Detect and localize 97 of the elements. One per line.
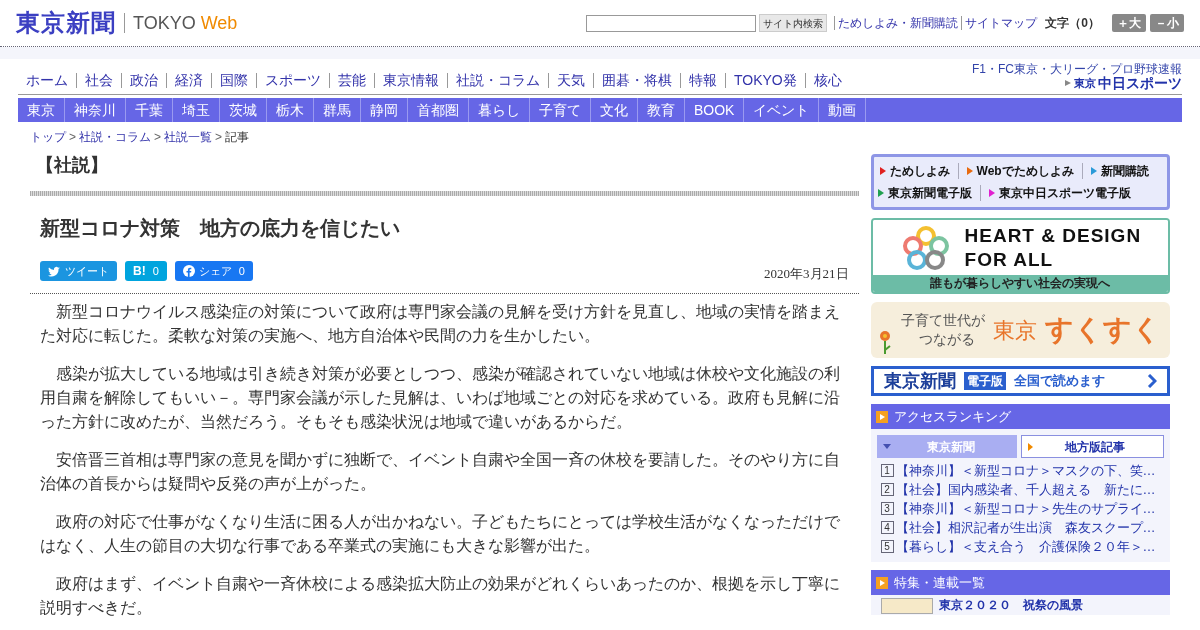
play-icon xyxy=(1064,79,1072,87)
rank-number: 5 xyxy=(880,540,894,553)
article-paragraph: 安倍晋三首相は専門家の意見を聞かずに独断で、イベント自粛や全国一斉の休校を要請した。そのやり方に自治体の首長からは疑問や反発の声が上がった。 xyxy=(40,449,841,494)
region-link[interactable]: 千葉 xyxy=(126,98,173,122)
article-paragraph: 政府はまず、イベント自粛や一斉休校による感染拡大防止の効果がどれくらいあったのか、根拠を示し丁寧に説明すべきだ。 xyxy=(40,573,841,618)
panel-header: 特集・連載一覧 xyxy=(870,570,1170,595)
ranking-tab[interactable]: 地方版記事 xyxy=(1021,435,1164,458)
panel-header: アクセスランキング xyxy=(870,404,1170,429)
heart-design-banner[interactable]: HEART & DESIGN FOR ALL 誰もが暮らしやすい社会の実現へ xyxy=(870,218,1170,294)
ranking-link[interactable]: 【社会】相沢記者が生出演 森友スクープ… xyxy=(895,517,1156,538)
region-link[interactable]: BOOK xyxy=(685,98,745,122)
search-button[interactable]: サイト内検索 xyxy=(759,14,828,32)
region-link[interactable]: 教育 xyxy=(638,98,685,122)
header-link[interactable]: サイトマップ xyxy=(965,14,1038,32)
font-size-button[interactable]: ＋大 xyxy=(1112,14,1146,32)
header-link[interactable]: ためしよみ・新聞購読 xyxy=(838,14,959,32)
article-paragraph: 感染が拡大している地域は引き続き対策が必要としつつ、感染が確認されていない地域は休校や文化施設の利用自粛を解除してもいい－。専門家会議が示した見解は、いわば地域ごとの対応を求めている。政府も見解に沿った方針に改めたが、当然だろう。そもそも感染状況は地域で違いがあるからだ。 xyxy=(40,363,841,432)
nav-link[interactable]: 特報 xyxy=(681,69,725,91)
quick-link[interactable]: 東京新聞電子版 xyxy=(877,184,972,202)
facebook-icon xyxy=(182,264,195,277)
ranking-link[interactable]: 【神奈川】＜新型コロナ＞マスクの下、笑… xyxy=(895,460,1156,481)
banner-logo: 東京新聞 xyxy=(883,369,956,393)
breadcrumb-link[interactable]: 社説一覧 xyxy=(164,128,213,146)
chevron-right-icon xyxy=(1147,374,1157,388)
quick-link[interactable]: ためしよみ xyxy=(879,162,950,180)
sports-logo[interactable]: 東京中日スポーツ xyxy=(1064,76,1182,90)
banner-title: FOR ALL xyxy=(964,247,1055,272)
nav-link[interactable]: 核心 xyxy=(805,69,850,91)
nav-link[interactable]: 経済 xyxy=(167,69,211,91)
article-paragraph: 政府の対応で仕事がなくなり生活に困る人が出かねない。子どもたちにとっては学校生活がなくなっただけではなく、人生の節目の大切な行事である卒業式の実施にも大きな影響が出た。 xyxy=(40,511,841,556)
breadcrumb-separator: > xyxy=(69,129,76,146)
bird-icon xyxy=(48,264,61,277)
arrow-box-icon xyxy=(875,576,888,589)
banner-tagline: つながる xyxy=(917,331,976,349)
banner-text: 全国で読めます xyxy=(1013,372,1105,391)
search-field[interactable] xyxy=(586,14,757,32)
region-link[interactable]: 暮らし xyxy=(469,98,530,122)
caret-right-icon xyxy=(1028,442,1034,451)
share-button[interactable]: シェア 0 xyxy=(174,260,253,281)
breadcrumb-link[interactable]: トップ xyxy=(30,128,66,146)
region-link[interactable]: 栃木 xyxy=(267,98,314,122)
region-link[interactable]: 首都圏 xyxy=(408,98,469,122)
ranking-link[interactable]: 【社会】国内感染者、千人超える 新たに… xyxy=(895,479,1156,500)
nav-link[interactable]: ホーム xyxy=(18,69,76,91)
nav-link[interactable]: スポーツ xyxy=(257,69,329,91)
flower-logo-icon xyxy=(900,223,951,272)
rank-number: 2 xyxy=(880,483,894,496)
banner-caption: 誰もが暮らしやすい社会の実現へ xyxy=(872,275,1168,292)
quick-link[interactable]: 東京中日スポーツ電子版 xyxy=(988,184,1131,202)
banner-title: 東京 xyxy=(992,316,1037,345)
region-link[interactable]: 東京 xyxy=(18,98,65,122)
breadcrumb-separator: > xyxy=(154,129,162,146)
quick-link[interactable]: Webでためしよみ xyxy=(966,162,1074,180)
nav-link[interactable]: 社会 xyxy=(77,69,121,91)
nav-link[interactable]: 政治 xyxy=(122,69,166,91)
banner-title: HEART & DESIGN xyxy=(964,223,1142,248)
e-paper-banner[interactable]: 東京新聞 電子版 全国で読めます xyxy=(870,366,1170,396)
ranking-link[interactable]: 【暮らし】＜支え合う 介護保険２０年＞… xyxy=(895,536,1156,557)
site-subtitle: TOKYO Web xyxy=(133,14,238,32)
region-link[interactable]: 静岡 xyxy=(361,98,408,122)
arrow-box-icon xyxy=(875,410,888,423)
region-link[interactable]: イベント xyxy=(744,98,820,122)
font-size-button[interactable]: －小 xyxy=(1150,14,1184,32)
ranking-link[interactable]: 【神奈川】＜新型コロナ＞先生のサプライ… xyxy=(895,498,1156,519)
nav-link[interactable]: TOKYO発 xyxy=(726,69,805,91)
rank-number: 3 xyxy=(880,502,894,515)
section-label: 【社説】 xyxy=(36,154,109,177)
nav-link[interactable]: 国際 xyxy=(212,69,256,91)
sports-caption[interactable]: F1・FC東京・大リーグ・プロ野球速報 xyxy=(972,63,1182,75)
region-link[interactable]: 群馬 xyxy=(314,98,361,122)
banner-badge: 電子版 xyxy=(963,372,1006,390)
quick-link[interactable]: 新聞購読 xyxy=(1090,162,1149,180)
region-link[interactable]: 動画 xyxy=(819,98,867,122)
region-link[interactable]: 文化 xyxy=(591,98,638,122)
nav-link[interactable]: 芸能 xyxy=(330,69,374,91)
thumbnail-placeholder xyxy=(880,598,933,614)
breadcrumb-link[interactable]: 社説・コラム xyxy=(79,128,151,146)
nav-link[interactable]: 天気 xyxy=(549,69,593,91)
banner-title: すくすく xyxy=(1044,316,1161,344)
banner-tagline: 子育て世代が xyxy=(900,312,985,330)
article-paragraph: 新型コロナウイルス感染症の対策について政府は専門家会議の見解を受け方針を見直し、地域の実情を踏まえた対応に転じた。柔軟な対策の実施へ、地方自治体や民間の力を生かしたい。 xyxy=(40,301,841,346)
breadcrumb-separator: > xyxy=(215,129,223,146)
article-date: 2020年3月21日 xyxy=(764,265,849,283)
font-size-label: 文字（0） xyxy=(1045,15,1100,32)
caret-down-icon xyxy=(882,444,891,449)
region-link[interactable]: 茨城 xyxy=(220,98,267,122)
region-link[interactable]: 子育て xyxy=(530,98,591,122)
article-headline: 新型コロナ対策 地方の底力を信じたい xyxy=(40,216,401,241)
rank-number: 1 xyxy=(880,464,894,477)
breadcrumb-current: 記事 xyxy=(225,129,250,146)
nav-link[interactable]: 社説・コラム xyxy=(448,69,548,91)
region-link[interactable]: 埼玉 xyxy=(173,98,220,122)
nav-link[interactable]: 囲碁・将棋 xyxy=(594,69,680,91)
site-logo[interactable]: 東京新聞 xyxy=(16,11,116,35)
region-link[interactable]: 神奈川 xyxy=(65,98,126,122)
nav-link[interactable]: 東京情報 xyxy=(375,69,447,91)
rank-number: 4 xyxy=(880,521,894,534)
